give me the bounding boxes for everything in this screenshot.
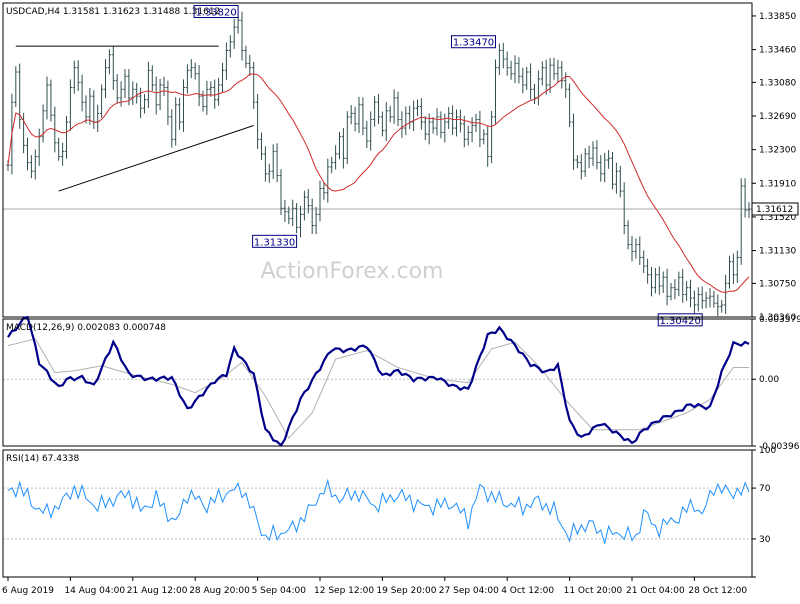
time-axis-label: 11 Oct 20:00: [564, 586, 623, 596]
price-label-text: 1.31330: [254, 237, 295, 248]
time-axis-label: 28 Aug 20:00: [189, 586, 250, 596]
price-axis-label: 1.33850: [759, 12, 796, 22]
rsi-pane: RSI(14) 67.4338 100 70 30: [2, 446, 776, 578]
time-axis-label: 27 Sep 04:00: [439, 586, 499, 596]
price-axis-label: 1.31910: [759, 179, 796, 189]
time-axis-label: 12 Sep 12:00: [314, 586, 374, 596]
macd-pane: MACD(12,26,9) 0.002083 0.000748 0.003579…: [2, 315, 800, 452]
price-axis-label: 1.32690: [759, 112, 796, 122]
current-price-label: 1.31612: [756, 205, 793, 215]
time-axis-label: 6 Aug 2019: [2, 586, 54, 596]
price-pane-title: USDCAD,H4 1.31581 1.31623 1.31488 1.3161…: [6, 7, 220, 17]
price-axis-label: 1.31130: [759, 247, 796, 257]
time-axis-label: 21 Aug 12:00: [127, 586, 188, 596]
rsi-pane-frame: [2, 449, 753, 578]
price-axis: 1.33850 1.33460 1.33080 1.32690 1.32300 1.319…: [752, 12, 796, 323]
trend-lines: [15, 45, 254, 192]
time-axis-label: 19 Sep 20:00: [376, 586, 436, 596]
time-axis-label: 5 Sep 04:00: [252, 586, 307, 596]
price-axis-label: 1.30750: [759, 279, 796, 289]
macd-axis-label: 0.00: [759, 375, 779, 385]
macd-axis: 0.0035790.00-0.003966: [752, 315, 800, 452]
rsi-pane-title: RSI(14) 67.4338: [6, 454, 79, 464]
rsi-line: [7, 478, 750, 544]
time-axis-label: 4 Oct 12:00: [501, 586, 554, 596]
price-axis-label: 1.33080: [759, 78, 796, 88]
macd-pane-frame: [2, 318, 753, 447]
price-axis-label: 1.33460: [759, 46, 796, 56]
rsi-axis: 100 70 30: [752, 446, 776, 578]
macd-line: [7, 315, 750, 448]
time-axis-label: 21 Oct 04:00: [626, 586, 685, 596]
macd-axis-label: 0.003579: [759, 315, 800, 325]
price-axis-label: 1.32300: [759, 146, 796, 156]
time-axis-label: 14 Aug 04:00: [64, 586, 125, 596]
rsi-axis-label: 30: [759, 535, 771, 545]
rsi-axis-label: 100: [759, 446, 776, 456]
price-label-text: 1.33470: [453, 38, 494, 49]
chart-canvas: ActionForex.com 1.338201.313301.334701.3…: [2, 2, 800, 596]
rsi-axis-label: 70: [759, 484, 771, 494]
usdcad-chart: ActionForex.com 1.33820 1.31330 1.33470 1.3…: [0, 0, 800, 600]
current-price-tag: 1.31612: [751, 202, 799, 216]
watermark-text: ActionForex.com: [261, 259, 444, 284]
time-axis: 6 Aug 2019 14 Aug 04:00 21 Aug 12:00 28 Aug…: [2, 577, 747, 596]
time-axis-label: 28 Oct 12:00: [688, 586, 747, 596]
trend-line: [58, 125, 254, 192]
macd-pane-title: MACD(12,26,9) 0.002083 0.000748: [6, 323, 166, 333]
